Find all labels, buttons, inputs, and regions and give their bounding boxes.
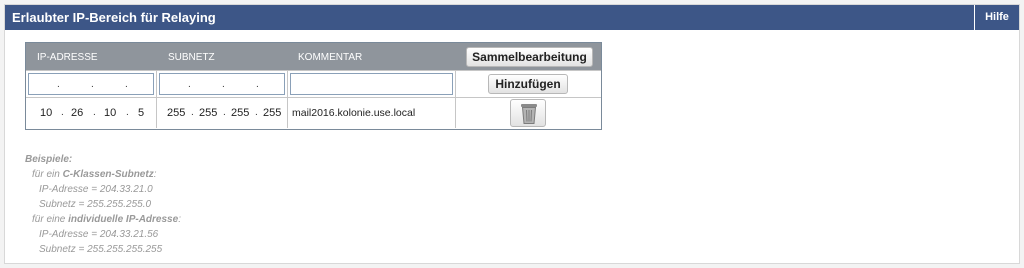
ip-cell: 10 . 26 . 10 . 5	[26, 98, 157, 128]
ip-range-table: IP-ADRESSE SUBNETZ KOMMENTAR Sammelbearb…	[25, 42, 602, 130]
ip-octet[interactable]: 5	[138, 107, 144, 119]
table-header: IP-ADRESSE SUBNETZ KOMMENTAR Sammelbearb…	[26, 43, 601, 70]
trash-icon	[520, 103, 538, 128]
table-row: 10 . 26 . 10 . 5 255 . 255 . 255 . 255 m…	[26, 97, 601, 128]
new-action-cell: Hinzufügen	[456, 71, 601, 97]
example-c-class-ip: IP-Adresse = 204.33.21.0	[39, 184, 153, 195]
subnet-octet[interactable]: 255	[231, 107, 249, 119]
new-comment-cell	[288, 71, 456, 97]
subnet-octet[interactable]: 255	[167, 107, 185, 119]
new-entry-row: . . . . . . Hinzufügen	[26, 70, 601, 97]
subnet-cell: 255 . 255 . 255 . 255	[157, 98, 288, 128]
ip-octet[interactable]: 26	[71, 107, 83, 119]
new-ip-input[interactable]: . . .	[28, 73, 154, 95]
column-header-subnet: SUBNETZ	[168, 52, 215, 63]
relay-panel: Erlaubter IP-Bereich für Relaying Hilfe …	[4, 4, 1020, 264]
new-comment-input[interactable]	[290, 73, 453, 95]
subnet-octet[interactable]: 255	[199, 107, 217, 119]
examples-heading: Beispiele:	[25, 154, 73, 165]
add-button[interactable]: Hinzufügen	[488, 74, 568, 94]
ip-octet[interactable]: 10	[40, 107, 52, 119]
new-ip-cell: . . .	[26, 71, 157, 97]
panel-header: Erlaubter IP-Bereich für Relaying Hilfe	[5, 5, 1019, 30]
example-individual-subnet: Subnetz = 255.255.255.255	[39, 244, 163, 255]
action-cell	[456, 98, 601, 128]
help-button[interactable]: Hilfe	[974, 5, 1019, 30]
new-subnet-input[interactable]: . . .	[159, 73, 285, 95]
column-header-comment: KOMMENTAR	[298, 52, 363, 63]
subnet-octet[interactable]: 255	[263, 107, 281, 119]
ip-octet[interactable]: 10	[104, 107, 116, 119]
example-individual-ip: IP-Adresse = 204.33.21.56	[39, 229, 159, 240]
new-subnet-cell: . . .	[157, 71, 288, 97]
comment-cell: mail2016.kolonie.use.local	[288, 98, 456, 128]
example-individual: für eine individuelle IP-Adresse:	[32, 214, 181, 225]
comment-text[interactable]: mail2016.kolonie.use.local	[292, 107, 415, 119]
example-c-class: für ein C-Klassen-Subnetz:	[32, 169, 157, 180]
example-c-class-subnet: Subnetz = 255.255.255.0	[39, 199, 152, 210]
column-header-ip: IP-ADRESSE	[37, 52, 98, 63]
panel-title: Erlaubter IP-Bereich für Relaying	[12, 10, 216, 25]
delete-button[interactable]	[510, 99, 546, 127]
examples-help: Beispiele: für ein C-Klassen-Subnetz: IP…	[25, 152, 181, 257]
bulk-edit-button[interactable]: Sammelbearbeitung	[466, 47, 593, 67]
